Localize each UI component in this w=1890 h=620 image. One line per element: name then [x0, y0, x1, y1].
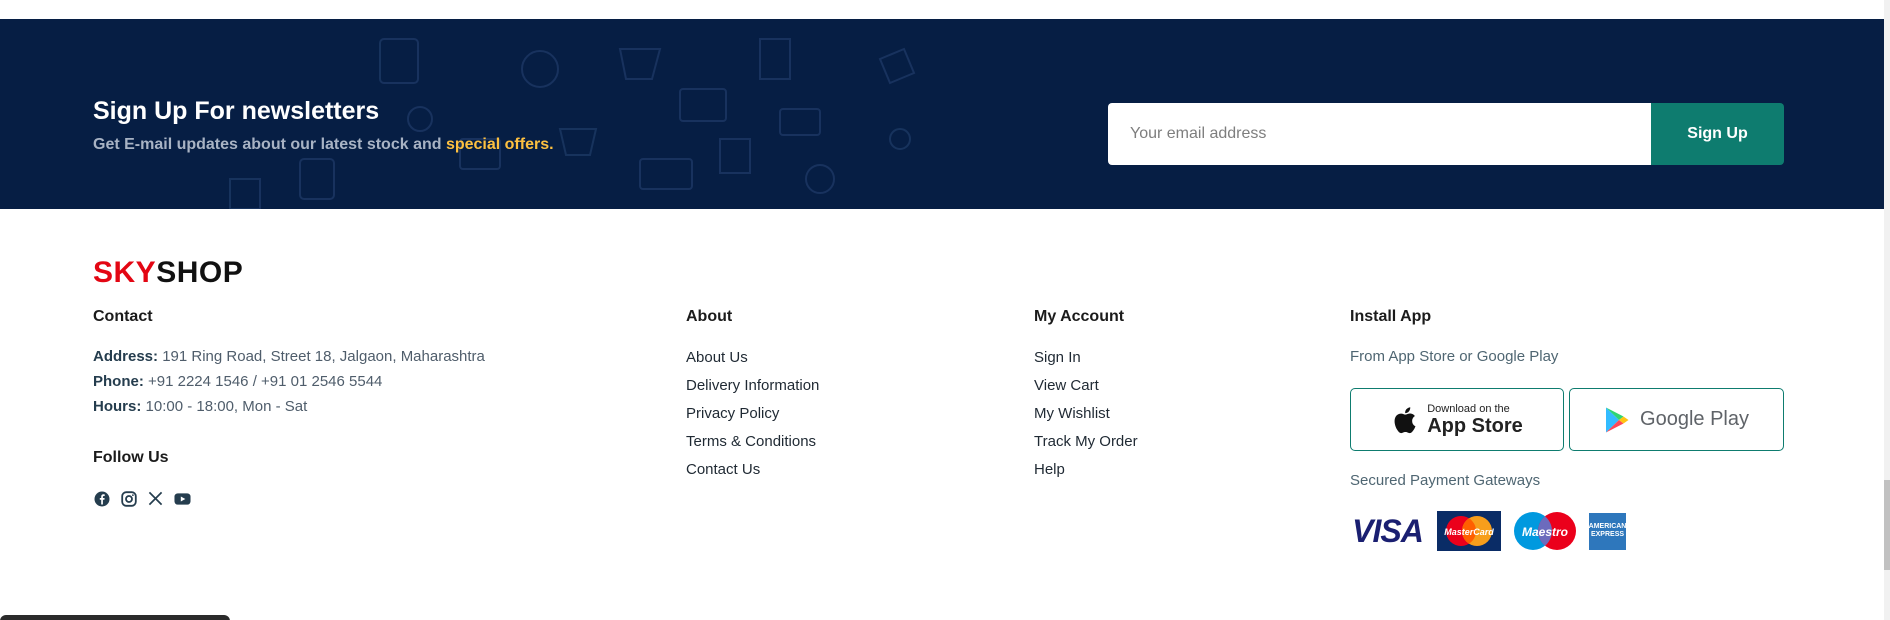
about-link-item: Privacy Policy [686, 404, 819, 423]
account-link-item: Help [1034, 460, 1138, 479]
app-store-big-label: App Store [1427, 414, 1523, 437]
newsletter-form: Sign Up [1108, 103, 1784, 165]
install-app-title: Install App [1350, 308, 1432, 325]
about-links: About Us Delivery Information Privacy Po… [686, 348, 819, 479]
newsletter-subtitle-highlight: special offers. [445, 136, 554, 153]
install-app-subtitle: From App Store or Google Play [1350, 348, 1559, 365]
track-my-order-link[interactable]: Track My Order [1034, 432, 1138, 451]
account-link-item: Track My Order [1034, 432, 1138, 451]
app-store-text: Download on the App Store [1427, 403, 1523, 437]
app-store-small-label: Download on the [1427, 402, 1510, 415]
newsletter-subtitle-text: Get E-mail updates about our latest stoc… [93, 136, 446, 153]
facebook-icon[interactable] [93, 490, 110, 507]
help-link[interactable]: Help [1034, 460, 1138, 479]
account-link-item: Sign In [1034, 348, 1138, 367]
hours-label: Hours: [93, 398, 142, 415]
app-store-button[interactable]: Download on the App Store [1350, 388, 1564, 451]
amex-label: AMERICAN EXPRESS [1588, 523, 1627, 538]
skyshop-logo[interactable]: SKYSHOP [93, 256, 243, 290]
view-cart-link[interactable]: View Cart [1034, 376, 1138, 395]
google-play-icon [1606, 407, 1629, 432]
contact-us-link[interactable]: Contact Us [686, 460, 819, 479]
hours-value: 10:00 - 18:00, Mon - Sat [141, 398, 308, 415]
about-link-item: Delivery Information [686, 376, 819, 395]
newsletter-banner: Sign Up For newsletters Get E-mail updat… [0, 19, 1884, 209]
visa-logo-text: VISA [1352, 512, 1424, 549]
logo-sky: SKY [93, 256, 157, 289]
mastercard-label: MasterCard [1444, 527, 1494, 537]
youtube-icon[interactable] [174, 490, 191, 507]
instagram-icon[interactable] [120, 490, 137, 507]
my-account-title: My Account [1034, 308, 1125, 325]
newsletter-signup-button[interactable]: Sign Up [1651, 103, 1784, 165]
privacy-policy-link[interactable]: Privacy Policy [686, 404, 819, 423]
about-title: About [686, 308, 733, 325]
phone-value: +91 2224 1546 / +91 01 2546 5544 [143, 373, 383, 390]
payments-title: Secured Payment Gateways [1350, 472, 1541, 489]
follow-us-title: Follow Us [93, 449, 169, 466]
bottom-floating-bar[interactable] [0, 615, 230, 620]
visa-logo: VISA [1350, 511, 1425, 551]
newsletter-title: Sign Up For newsletters [93, 97, 380, 125]
amex-logo: AMERICAN EXPRESS [1588, 512, 1627, 550]
google-play-button[interactable]: Google Play [1569, 388, 1784, 451]
about-link-item: About Us [686, 348, 819, 367]
my-wishlist-link[interactable]: My Wishlist [1034, 404, 1138, 423]
address-value: 191 Ring Road, Street 18, Jalgaon, Mahar… [158, 348, 485, 365]
phone-label: Phone: [93, 373, 144, 390]
contact-phone: Phone: +91 2224 1546 / +91 01 2546 5544 [93, 373, 382, 390]
mastercard-logo: MasterCard [1437, 511, 1501, 551]
about-link-item: Contact Us [686, 460, 819, 479]
newsletter-subtitle: Get E-mail updates about our latest stoc… [93, 136, 554, 154]
contact-address: Address: 191 Ring Road, Street 18, Jalga… [93, 348, 485, 365]
x-icon[interactable] [147, 490, 164, 507]
apple-icon [1394, 406, 1416, 433]
account-links: Sign In View Cart My Wishlist Track My O… [1034, 348, 1138, 479]
payment-gateways: VISA MasterCard Maestro AMERICAN EXPRESS [1350, 511, 1626, 551]
newsletter-email-input[interactable] [1108, 103, 1651, 165]
maestro-logo: Maestro [1513, 511, 1577, 551]
scrollbar[interactable] [1884, 0, 1890, 620]
terms-conditions-link[interactable]: Terms & Conditions [686, 432, 819, 451]
about-link-item: Terms & Conditions [686, 432, 819, 451]
account-link-item: My Wishlist [1034, 404, 1138, 423]
google-play-label: Google Play [1640, 408, 1749, 430]
logo-shop: SHOP [156, 256, 244, 289]
delivery-information-link[interactable]: Delivery Information [686, 376, 819, 395]
contact-hours: Hours: 10:00 - 18:00, Mon - Sat [93, 398, 307, 415]
page: Sign Up For newsletters Get E-mail updat… [0, 0, 1890, 620]
address-label: Address: [93, 348, 159, 365]
sign-in-link[interactable]: Sign In [1034, 348, 1138, 367]
about-us-link[interactable]: About Us [686, 348, 819, 367]
social-links [93, 490, 191, 507]
maestro-label: Maestro [1522, 525, 1568, 539]
scrollbar-thumb[interactable] [1884, 480, 1890, 570]
account-link-item: View Cart [1034, 376, 1138, 395]
contact-title: Contact [93, 308, 153, 325]
